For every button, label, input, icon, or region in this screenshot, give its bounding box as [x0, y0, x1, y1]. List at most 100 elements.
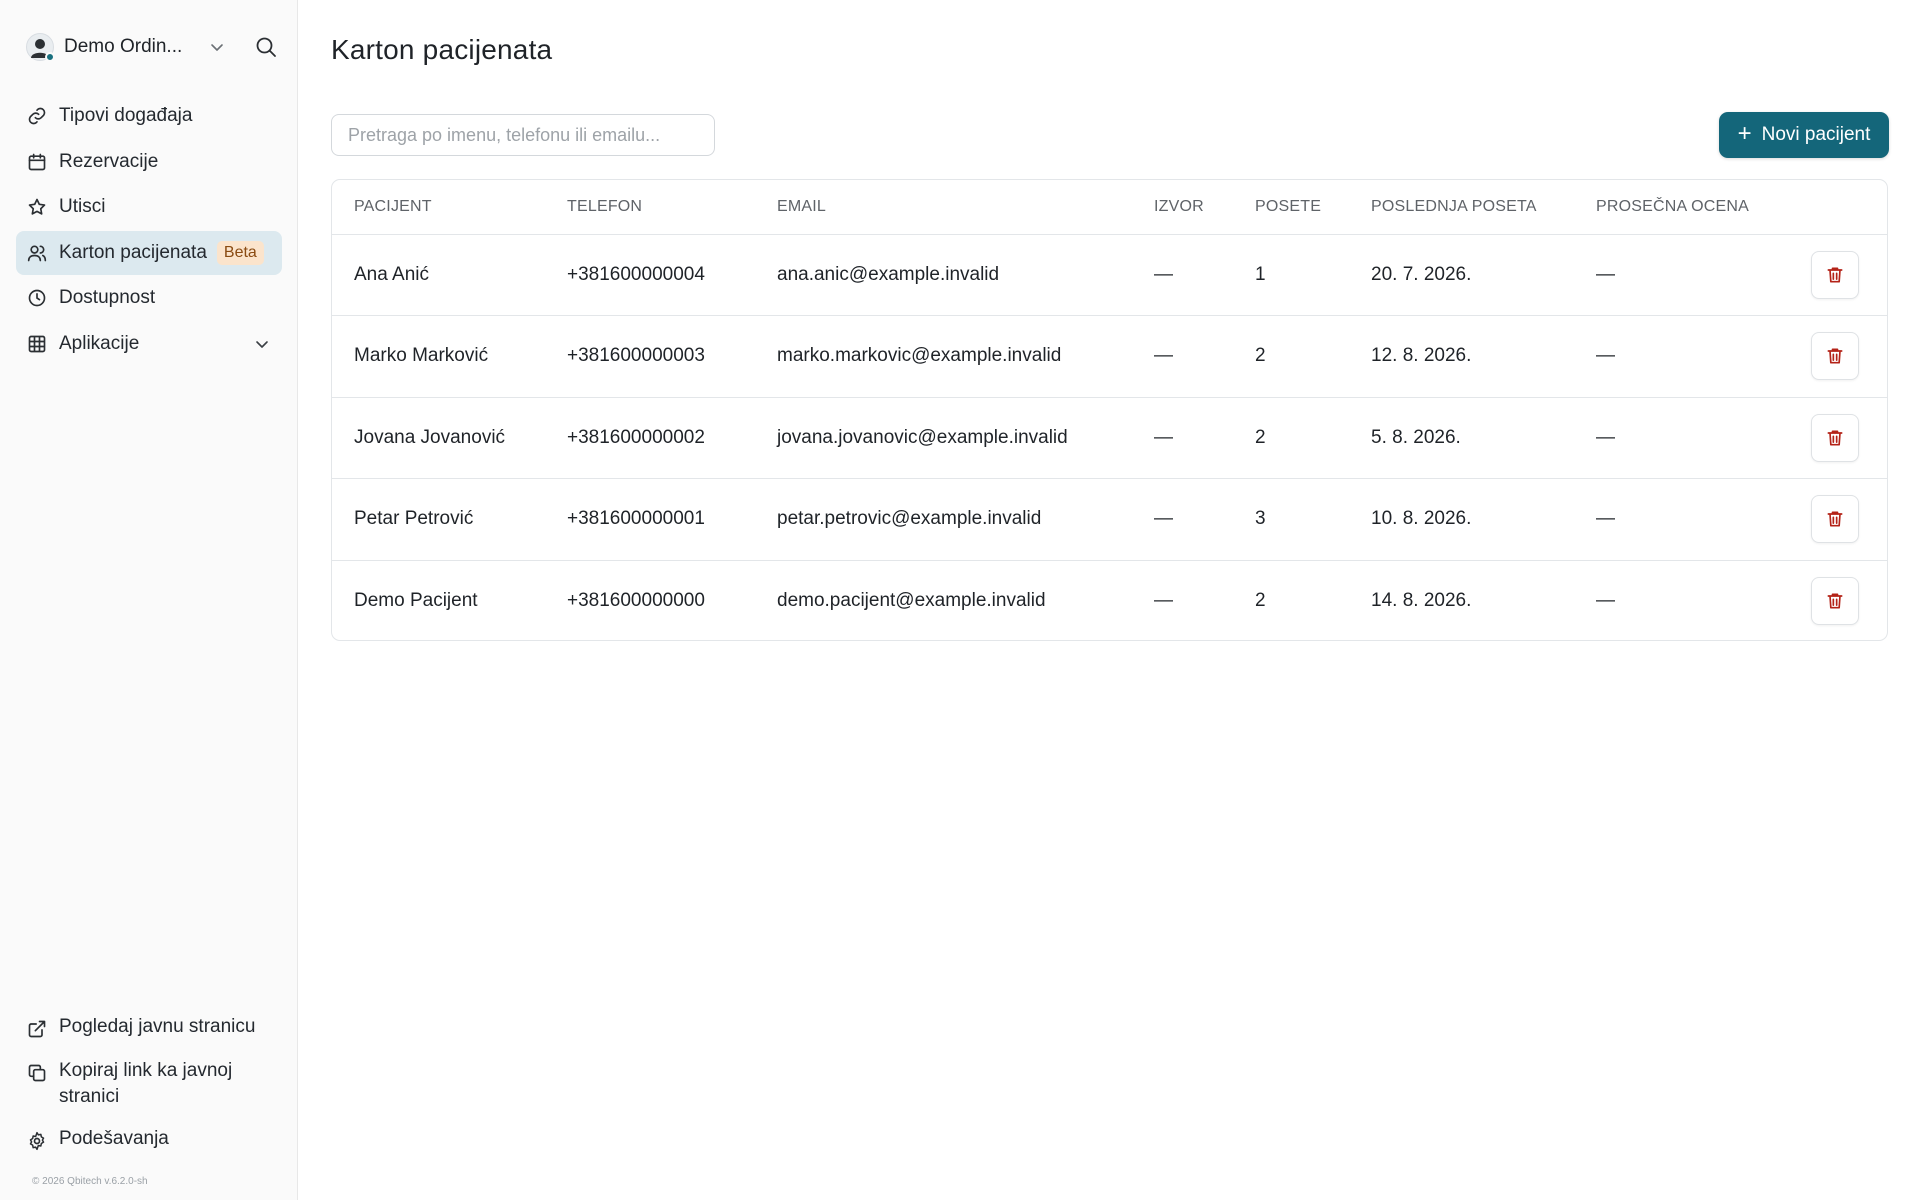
- patient-email: demo.pacijent@example.invalid: [755, 559, 1132, 640]
- patient-name[interactable]: Marko Marković: [332, 315, 545, 397]
- sidebar-item-copy-public-link[interactable]: Kopiraj link ka javnoj stranici: [16, 1050, 282, 1118]
- sidebar-item-patient-records[interactable]: Karton pacijenata Beta: [16, 230, 282, 275]
- patient-phone: +381600000004: [567, 263, 705, 285]
- page-title: Karton pacijenata: [331, 34, 553, 65]
- version-footer: © 2026 Qbitech v.6.2.0-sh: [32, 1176, 148, 1187]
- column-header-average-rating[interactable]: PROSEČNA OCENA: [1574, 180, 1789, 235]
- column-header-source[interactable]: IZVOR: [1132, 180, 1233, 235]
- sidebar: Demo Ordin... Tipovi događaja Rezervacij…: [0, 0, 298, 1200]
- plus-icon: +: [1737, 120, 1752, 147]
- new-patient-label: Novi pacijent: [1761, 124, 1871, 145]
- patient-name[interactable]: Petar Petrović: [332, 478, 545, 560]
- patient-source: —: [1132, 396, 1233, 479]
- patient-visits: 2: [1233, 315, 1349, 397]
- link-icon: [28, 107, 46, 125]
- patient-name[interactable]: Ana Anić: [332, 234, 545, 316]
- delete-button[interactable]: [1811, 495, 1859, 544]
- patient-email: jovana.jovanovic@example.invalid: [755, 396, 1132, 479]
- patient-visits: 2: [1233, 559, 1349, 640]
- patient-name[interactable]: Jovana Jovanović: [332, 396, 545, 479]
- delete-button[interactable]: [1811, 413, 1859, 462]
- patient-rating: —: [1574, 315, 1789, 397]
- patient-phone: +381600000002: [545, 396, 755, 479]
- search-input[interactable]: [331, 114, 715, 156]
- patient-source: —: [1132, 478, 1233, 560]
- patient-last-visit: 10. 8. 2026.: [1349, 478, 1574, 560]
- sidebar-item-availability[interactable]: Dostupnost: [16, 276, 282, 320]
- sidebar-item-label: Podešavanja: [59, 1128, 169, 1149]
- patient-source: —: [1132, 315, 1233, 397]
- delete-button[interactable]: [1811, 250, 1859, 299]
- column-header-phone[interactable]: TELEFON: [545, 180, 755, 235]
- account-name: Demo Ordin...: [64, 36, 183, 57]
- row-actions: [1789, 559, 1887, 640]
- column-header-last-visit[interactable]: POSLEDNJA POSETA: [1349, 180, 1574, 235]
- patient-visits: 3: [1233, 478, 1349, 560]
- table-row[interactable]: Ana Anić +381600000004 ana.anic@example.…: [332, 234, 1887, 316]
- sidebar-nav: Tipovi događaja Rezervacije Utisci Karto…: [16, 94, 282, 367]
- trash-icon: [1827, 511, 1843, 527]
- table-row[interactable]: Jovana Jovanović +381600000002 jovana.jo…: [332, 396, 1887, 479]
- sidebar-item-settings[interactable]: Podešavanja: [16, 1118, 282, 1162]
- trash-icon: [1827, 430, 1843, 446]
- patients-table: PACIJENT TELEFON EMAIL IZVOR POSETE POSL…: [331, 179, 1888, 641]
- delete-button[interactable]: [1811, 577, 1859, 625]
- patient-phone: +381600000003: [545, 315, 755, 397]
- users-icon: [27, 245, 47, 261]
- row-actions: [1789, 478, 1887, 560]
- patient-phone: +381600000000: [545, 559, 755, 640]
- column-header-visits[interactable]: POSETE: [1233, 180, 1349, 235]
- chevron-down-icon[interactable]: [254, 336, 270, 358]
- copy-icon: [28, 1064, 46, 1082]
- patient-rating: —: [1574, 396, 1789, 479]
- patient-last-visit: 12. 8. 2026.: [1349, 315, 1574, 397]
- calendar-icon: [28, 153, 46, 170]
- column-header-email[interactable]: EMAIL: [755, 180, 1132, 235]
- table-header-row: PACIJENT TELEFON EMAIL IZVOR POSETE POSL…: [332, 180, 1887, 235]
- sidebar-item-apps[interactable]: Aplikacije: [16, 322, 282, 366]
- avatar: [26, 33, 55, 62]
- table-row[interactable]: Petar Petrović +381600000001 petar.petro…: [332, 478, 1887, 560]
- table-row[interactable]: Demo Pacijent +381600000000 demo.pacijen…: [332, 559, 1887, 640]
- patient-email: ana.anic@example.invalid: [777, 263, 1000, 285]
- online-status-dot: [45, 52, 55, 62]
- patient-name[interactable]: Demo Pacijent: [332, 559, 545, 640]
- patient-last-visit: 14. 8. 2026.: [1349, 559, 1574, 640]
- table-row[interactable]: Marko Marković +381600000003 marko.marko…: [332, 315, 1887, 397]
- sidebar-item-reviews[interactable]: Utisci: [16, 185, 282, 229]
- account-switcher[interactable]: Demo Ordin...: [16, 28, 282, 66]
- sidebar-item-label: Tipovi događaja: [59, 105, 193, 126]
- sidebar-item-label: Pogledaj javnu stranicu: [59, 1016, 256, 1037]
- patient-email: marko.markovic@example.invalid: [755, 315, 1132, 397]
- sidebar-item-label: Aplikacije: [59, 332, 140, 354]
- clock-icon: [28, 289, 46, 307]
- sidebar-item-label: Karton pacijenata: [59, 241, 207, 263]
- delete-button[interactable]: [1811, 332, 1859, 381]
- patient-phone: +381600000001: [545, 478, 755, 560]
- patient-rating: —: [1596, 263, 1615, 285]
- sidebar-item-label: Kopiraj link ka javnoj stranici: [59, 1060, 233, 1107]
- sidebar-item-label: Dostupnost: [59, 287, 156, 308]
- grid-icon: [28, 335, 46, 352]
- beta-badge: Beta: [216, 240, 264, 265]
- row-actions: [1789, 315, 1887, 397]
- sidebar-item-event-types[interactable]: Tipovi događaja: [16, 94, 282, 138]
- column-header-actions: [1789, 180, 1887, 235]
- trash-icon: [1827, 348, 1843, 364]
- trash-icon: [1827, 593, 1843, 609]
- trash-icon: [1827, 267, 1843, 283]
- sidebar-item-reservations[interactable]: Rezervacije: [16, 140, 282, 184]
- search-icon[interactable]: [255, 36, 277, 58]
- patient-rating: —: [1574, 478, 1789, 560]
- sidebar-item-label: Rezervacije: [59, 150, 159, 172]
- external-link-icon: [28, 1020, 46, 1038]
- patient-source: —: [1154, 263, 1173, 285]
- column-header-patient[interactable]: PACIJENT: [332, 180, 545, 235]
- row-actions: [1789, 234, 1887, 316]
- sidebar-item-view-public-page[interactable]: Pogledaj javnu stranicu: [16, 1006, 282, 1050]
- patient-last-visit: 20. 7. 2026.: [1371, 263, 1472, 285]
- gear-icon: [29, 1131, 45, 1151]
- chevron-down-icon[interactable]: [209, 39, 225, 55]
- new-patient-button[interactable]: + Novi pacijent: [1719, 112, 1889, 158]
- patient-last-visit: 5. 8. 2026.: [1349, 396, 1574, 479]
